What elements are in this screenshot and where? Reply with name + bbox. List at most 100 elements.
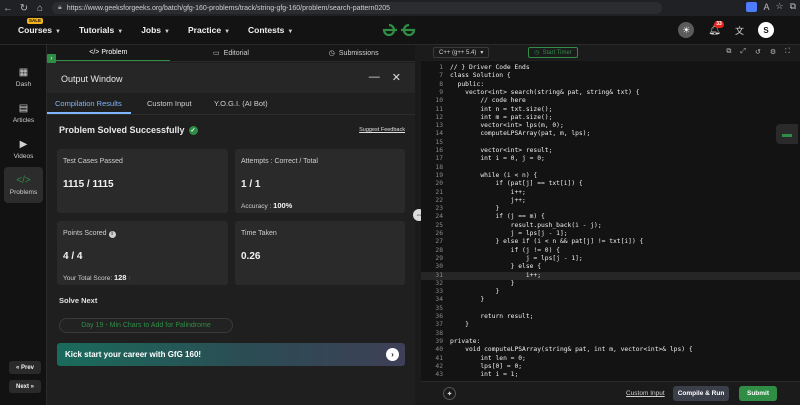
sidebar-item-articles[interactable]: ▤ Articles: [4, 95, 43, 131]
tab-label: Submissions: [338, 49, 379, 57]
tab-submissions[interactable]: ◷ Submissions: [292, 45, 415, 61]
code-editor[interactable]: 1// } Driver Code Ends 7 class Solution {8…: [421, 61, 800, 381]
code-line[interactable]: 22 j++;: [421, 197, 800, 205]
back-icon[interactable]: ←: [0, 3, 16, 14]
line-number: 43: [435, 371, 443, 379]
code-line[interactable]: 23 }: [421, 205, 800, 213]
minimize-icon[interactable]: —: [369, 71, 380, 84]
sidebar-item-videos[interactable]: ▶ Videos: [4, 131, 43, 167]
bell-icon[interactable]: 🔔︎ 33: [708, 20, 724, 36]
code-line[interactable]: 10 // code here: [421, 97, 800, 105]
sidebar-item-dash[interactable]: ▦ Dash: [4, 59, 43, 95]
code-line[interactable]: 16 vector<int> result;: [421, 147, 800, 155]
code-line[interactable]: 9 vector<int> search(string& pat, string…: [421, 89, 800, 97]
chat-icon[interactable]: ▬: [776, 124, 798, 144]
output-tabs: Compilation Results Custom Input Y.O.G.I…: [47, 93, 415, 115]
code-line[interactable]: 31 i++;: [421, 271, 800, 280]
settings-icon[interactable]: ⚙: [770, 48, 776, 56]
font-size-icon[interactable]: A: [763, 2, 769, 12]
lightbulb-icon[interactable]: ✦: [443, 387, 456, 400]
code-line[interactable]: 26 j = lps[j - 1];: [421, 230, 800, 238]
copy-icon[interactable]: ⧉: [726, 48, 731, 56]
tab-problem[interactable]: </> Problem: [47, 45, 170, 61]
address-bar[interactable]: 🔒︎ https://www.geeksforgeeks.org/batch/g…: [52, 2, 662, 14]
nav-tutorials[interactable]: Tutorials ▼: [79, 25, 123, 35]
avatar[interactable]: S: [758, 22, 774, 38]
code-line[interactable]: 20 if (pat[j] == txt[i]) {: [421, 180, 800, 188]
gfg-logo[interactable]: [381, 22, 417, 38]
code-text: void computeLPSArray(string& pat, int m,…: [450, 346, 693, 354]
code-line[interactable]: 24 if (j == m) {: [421, 213, 800, 221]
code-line[interactable]: 19 while (i < n) {: [421, 172, 800, 180]
code-line[interactable]: 33 }: [421, 288, 800, 296]
code-line[interactable]: 39 private:: [421, 338, 800, 346]
info-icon[interactable]: i: [108, 230, 116, 238]
total-score-value: 128: [113, 273, 127, 282]
suggest-feedback-link[interactable]: Suggest Feedback: [359, 127, 405, 133]
prev-button[interactable]: « Prev: [9, 361, 41, 374]
code-line[interactable]: 8 public:: [421, 81, 800, 89]
code-line[interactable]: 27 } else if (i < n && pat[j] != txt[i])…: [421, 238, 800, 246]
code-line[interactable]: 1 // } Driver Code Ends: [421, 64, 800, 72]
code-line[interactable]: 36 return result;: [421, 313, 800, 321]
code-line[interactable]: 37 }: [421, 321, 800, 329]
favorite-icon[interactable]: ☆: [775, 1, 783, 12]
code-line[interactable]: 30 } else {: [421, 263, 800, 271]
collections-icon[interactable]: ⧉: [790, 1, 796, 12]
next-problem-chip[interactable]: Day 19 - Min Chars to Add for Palindrome: [59, 318, 233, 333]
code-line[interactable]: 25 result.push_back(i - j);: [421, 222, 800, 230]
code-line[interactable]: 41 int len = 0;: [421, 355, 800, 363]
fullscreen-icon[interactable]: ⛶: [785, 48, 790, 56]
sidebar-item-label: Dash: [15, 80, 32, 88]
expand-icon[interactable]: ⤢: [740, 48, 746, 56]
language-select[interactable]: C++ (g++ 5.4) ▾: [433, 47, 489, 58]
translate-icon[interactable]: 文: [735, 24, 744, 37]
nav-courses[interactable]: Courses ▼: [18, 25, 61, 35]
code-line[interactable]: 42 lps[0] = 0;: [421, 363, 800, 371]
sidebar-item-label: Videos: [13, 152, 34, 160]
custom-input-link[interactable]: Custom Input: [626, 390, 665, 397]
refresh-icon[interactable]: ↻: [16, 3, 32, 14]
home-icon[interactable]: ⌂: [32, 3, 48, 14]
card-value: 4 / 4: [63, 251, 83, 262]
collapse-arrow-icon[interactable]: ›: [47, 54, 56, 63]
code-line[interactable]: 28 if (j != 0) {: [421, 247, 800, 255]
reset-icon[interactable]: ↺: [755, 48, 761, 56]
line-number: 25: [435, 221, 443, 229]
sidebar-item-label: Articles: [12, 116, 35, 124]
code-line[interactable]: 29 j = lps[j - 1];: [421, 255, 800, 263]
submit-button[interactable]: Submit: [739, 386, 777, 401]
code-line[interactable]: 14 computeLPSArray(pat, m, lps);: [421, 130, 800, 138]
code-line[interactable]: 17 int i = 0, j = 0;: [421, 155, 800, 163]
code-line[interactable]: 7 class Solution {: [421, 72, 800, 80]
code-line[interactable]: 32 }: [421, 280, 800, 288]
code-line[interactable]: 38: [421, 330, 800, 338]
code-line[interactable]: 18: [421, 164, 800, 172]
nav-contests[interactable]: Contests ▼: [248, 25, 293, 35]
next-button[interactable]: Next »: [9, 380, 41, 393]
gfg160-banner[interactable]: Kick start your career with GfG 160! ›: [57, 343, 405, 366]
code-line[interactable]: 21 i++;: [421, 189, 800, 197]
tab-yogi-ai-bot[interactable]: Y.O.G.I. (AI Bot): [214, 99, 268, 108]
sidebar-item-problems[interactable]: </> Problems: [4, 167, 43, 203]
code-line[interactable]: 35: [421, 305, 800, 313]
theme-toggle-icon[interactable]: ☀: [678, 22, 695, 38]
extension-icon[interactable]: [746, 1, 758, 12]
start-timer-button[interactable]: ◷ Start Timer: [528, 47, 578, 58]
tab-custom-input[interactable]: Custom Input: [147, 99, 192, 108]
code-line[interactable]: 11 int n = txt.size();: [421, 106, 800, 114]
tab-compilation-results[interactable]: Compilation Results: [55, 99, 122, 108]
compile-run-button[interactable]: Compile & Run: [673, 386, 729, 401]
code-line[interactable]: 34 }: [421, 296, 800, 304]
tab-editorial[interactable]: ▭ Editorial: [170, 45, 293, 61]
code-line[interactable]: 13 vector<int> lps(m, 0);: [421, 122, 800, 130]
close-icon[interactable]: ✕: [392, 71, 401, 84]
code-line[interactable]: 15: [421, 139, 800, 147]
nav-jobs[interactable]: Jobs ▼: [141, 25, 170, 35]
nav-practice[interactable]: Practice ▼: [188, 25, 230, 35]
code-line[interactable]: 43 int i = 1;: [421, 371, 800, 379]
arrow-right-icon[interactable]: ›: [386, 348, 399, 361]
line-number: 15: [435, 138, 443, 146]
code-line[interactable]: 40 void computeLPSArray(string& pat, int…: [421, 346, 800, 354]
code-line[interactable]: 12 int m = pat.size();: [421, 114, 800, 122]
